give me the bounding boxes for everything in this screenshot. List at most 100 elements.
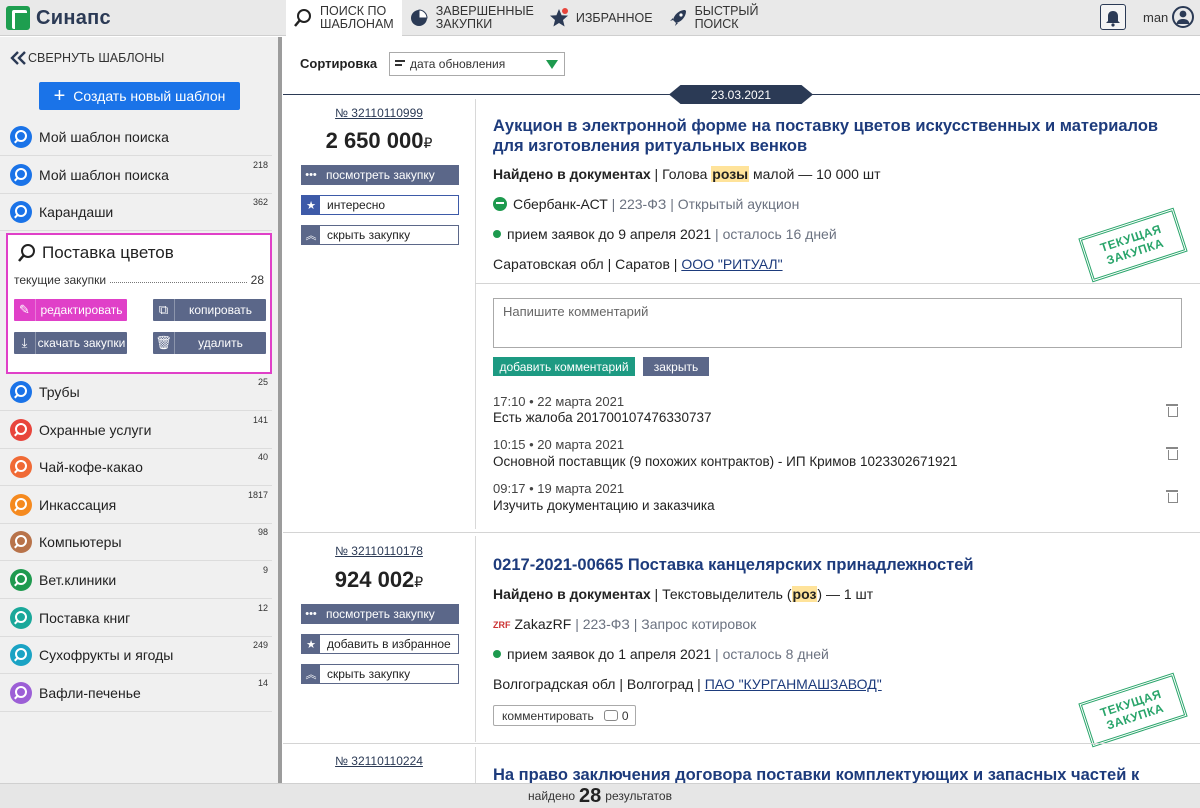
search-icon: [10, 381, 32, 403]
view-purchase-button[interactable]: ••• посмотреть закупку: [301, 604, 459, 624]
deadline-row: прием заявок до 9 апреля 2021 | осталось…: [493, 226, 837, 242]
registry-number-link[interactable]: № 32110110999: [283, 106, 475, 120]
found-text-end: малой — 10 000 шт: [749, 166, 881, 182]
date-badge: 23.03.2021: [669, 85, 813, 104]
template-count: 249: [252, 640, 268, 651]
download-purchases-button[interactable]: ⤓ скачать закупки: [14, 332, 127, 354]
delete-comment-icon[interactable]: [1165, 489, 1179, 503]
tab-label: Быстрый поиск: [694, 4, 759, 31]
price-value: 924 002: [334, 567, 415, 592]
star-icon: ★: [302, 196, 320, 214]
region-row: Волгоградская обл | Волгоград | ПАО "КУР…: [493, 676, 882, 692]
comment-label: комментировать: [502, 708, 594, 723]
star-icon: ★: [302, 635, 320, 653]
search-icon: [10, 163, 32, 186]
currency: ₽: [423, 135, 433, 151]
double-chevron-up-icon: ︽: [302, 665, 320, 683]
delete-template-button[interactable]: 🗑 удалить: [153, 332, 266, 354]
template-item[interactable]: Инкассация 1817: [0, 487, 272, 524]
procedure: Запрос котировок: [641, 616, 757, 632]
template-item[interactable]: Мой шаблон поиска 218: [0, 157, 272, 194]
sberbank-logo-icon: [493, 197, 507, 211]
template-name: Карандаши: [39, 204, 114, 221]
template-item[interactable]: Карандаши 362: [0, 194, 272, 232]
copy-label: копировать: [188, 303, 252, 317]
hide-label: скрыть закупку: [327, 228, 411, 242]
download-label: скачать закупки: [37, 336, 126, 350]
registry-number-link[interactable]: № 32110110178: [283, 544, 475, 558]
edit-template-button[interactable]: ✎ редактировать: [14, 299, 127, 321]
delete-comment-icon[interactable]: [1165, 403, 1179, 417]
template-item[interactable]: Вафли-печенье 14: [0, 675, 272, 712]
user-name[interactable]: man: [1143, 10, 1168, 25]
hide-purchase-button[interactable]: ︽ скрыть закупку: [301, 225, 459, 245]
edit-label: редактировать: [40, 303, 123, 317]
add-to-favorites-button[interactable]: ★ добавить в избранное: [301, 634, 459, 654]
customer-link[interactable]: ПАО "КУРГАНМАШЗАВОД": [705, 676, 882, 692]
template-count: 40: [257, 452, 268, 463]
hide-purchase-button[interactable]: ︽ скрыть закупку: [301, 664, 459, 684]
registry-number-link[interactable]: № 32110110224: [283, 754, 475, 768]
purchase-title[interactable]: На право заключения договора поставки ко…: [493, 765, 1183, 783]
template-item[interactable]: Мой шаблон поиска: [0, 119, 272, 156]
found-in-docs: Найдено в документах | Голова розы малой…: [493, 166, 881, 182]
template-item[interactable]: Компьютеры 98: [0, 524, 272, 562]
edit-icon: ✎: [14, 299, 36, 321]
template-item[interactable]: Чай-кофе-какао 40: [0, 449, 272, 487]
current-purchases-row[interactable]: текущие закупки 28: [14, 273, 264, 287]
template-count: 14: [257, 677, 268, 688]
comment-button[interactable]: комментировать 0: [493, 705, 636, 726]
template-count: 218: [252, 159, 268, 170]
template-item[interactable]: Трубы 25: [0, 374, 272, 411]
current-purchase-stamp: ТЕКУЩАЯ ЗАКУПКА: [1078, 207, 1188, 283]
create-template-button[interactable]: + Создать новый шаблон: [39, 82, 240, 110]
comments-divider: [475, 283, 1200, 284]
sidebar-scrollbar[interactable]: [278, 37, 282, 783]
sort-select[interactable]: дата обновления: [389, 52, 565, 76]
double-chevron-up-icon: ︽: [302, 226, 320, 244]
purchase-title[interactable]: Аукцион в электронной форме на поставку …: [493, 116, 1183, 156]
search-icon: [10, 493, 32, 516]
bell-icon: [1106, 11, 1120, 27]
logo[interactable]: Синапс: [6, 5, 111, 31]
search-icon: [10, 456, 32, 479]
comment-count: 0: [621, 708, 629, 723]
template-item[interactable]: Сухофрукты и ягоды 249: [0, 637, 272, 675]
template-name: Мой шаблон поиска: [39, 166, 169, 183]
tab-favorites[interactable]: Избранное: [542, 0, 661, 36]
tab-search-templates[interactable]: Поиск по шаблонам: [286, 0, 402, 36]
close-comments-button[interactable]: закрыть: [643, 357, 709, 376]
template-name: Вафли-печенье: [39, 684, 141, 701]
search-icon: [10, 644, 32, 667]
copy-template-button[interactable]: ⧉ копировать: [153, 299, 266, 321]
interesting-button[interactable]: ★ интересно: [301, 195, 459, 215]
law: 223-ФЗ: [582, 616, 630, 632]
template-name: Охранные услуги: [39, 421, 152, 438]
comment-input[interactable]: Напишите комментарий: [493, 298, 1182, 348]
notifications-button[interactable]: [1100, 4, 1126, 30]
add-comment-button[interactable]: добавить комментарий: [493, 357, 635, 376]
comment-time: 17:10 • 22 марта 2021: [493, 394, 625, 409]
template-item[interactable]: Охранные услуги 141: [0, 412, 272, 449]
template-name: Чай-кофе-какао: [39, 459, 143, 476]
platform-name: ZakazRF: [514, 616, 572, 632]
card-separator: [283, 743, 1200, 744]
purchase-title[interactable]: 0217-2021-00665 Поставка канцелярских пр…: [493, 555, 1183, 575]
view-purchase-button[interactable]: ••• посмотреть закупку: [301, 165, 459, 185]
collapse-templates-button[interactable]: СВЕРНУТЬ ШАБЛОНЫ: [10, 51, 164, 65]
user-avatar-icon[interactable]: [1172, 6, 1194, 28]
tab-quick-search[interactable]: Быстрый поиск: [661, 0, 767, 36]
collapse-label: СВЕРНУТЬ ШАБЛОНЫ: [28, 51, 165, 65]
selected-template[interactable]: Поставка цветов текущие закупки 28 ✎ ред…: [6, 233, 272, 374]
tab-label: Завершенные закупки: [435, 4, 534, 31]
customer-link[interactable]: ООО "РИТУАЛ": [681, 256, 782, 272]
status-dot-icon: [493, 650, 501, 658]
template-item[interactable]: Поставка книг 12: [0, 600, 272, 637]
template-count: 9: [262, 565, 268, 575]
tab-completed[interactable]: Завершенные закупки: [402, 0, 542, 36]
zakazrf-logo-icon: ZRF: [493, 620, 511, 630]
star-icon: [549, 8, 568, 27]
template-item[interactable]: Вет.клиники 9: [0, 562, 272, 599]
interesting-label: интересно: [327, 198, 386, 212]
delete-comment-icon[interactable]: [1165, 446, 1179, 460]
